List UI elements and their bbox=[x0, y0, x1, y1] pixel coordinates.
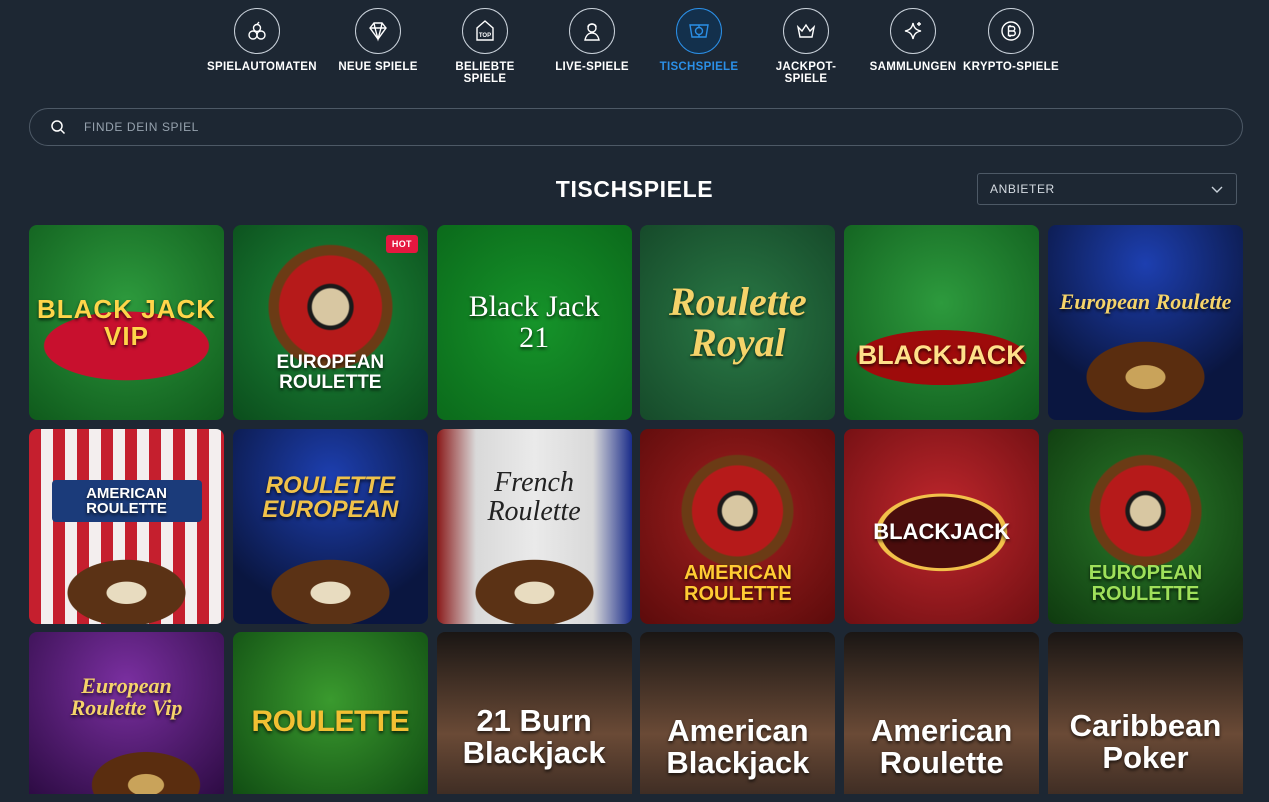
category-beliebte-spiele[interactable]: TOP BELIEBTE SPIELE bbox=[435, 8, 535, 85]
game-tile[interactable]: Black Jack 21 bbox=[436, 225, 632, 420]
category-live-spiele[interactable]: LIVE-SPIELE bbox=[542, 8, 642, 73]
game-tile[interactable]: French Roulette bbox=[436, 428, 632, 624]
category-label: LIVE-SPIELE bbox=[555, 61, 629, 73]
search-icon bbox=[51, 120, 66, 135]
category-sammlungen[interactable]: SAMMLUNGEN bbox=[863, 8, 963, 73]
category-tischspiele[interactable]: TISCHSPIELE bbox=[649, 8, 749, 73]
chevron-down-icon bbox=[1211, 186, 1223, 193]
game-tile[interactable]: European Roulette Vip bbox=[29, 632, 224, 802]
category-label: NEUE SPIELE bbox=[338, 61, 418, 73]
category-jackpot-spiele[interactable]: JACKPOT-SPIELE bbox=[756, 8, 856, 85]
game-title: EUROPEAN ROULETTE bbox=[1088, 562, 1203, 605]
bottom-edge bbox=[0, 794, 1269, 802]
svg-text:TOP: TOP bbox=[479, 33, 491, 39]
game-tile[interactable]: Caribbean Poker bbox=[1047, 632, 1243, 802]
game-tile[interactable]: 21 Burn Blackjack bbox=[436, 632, 632, 802]
category-label: TISCHSPIELE bbox=[659, 61, 739, 73]
game-tile[interactable]: AMERICAN ROULETTE bbox=[640, 428, 836, 624]
top-badge-icon: TOP bbox=[462, 8, 508, 54]
game-title: ROULETTE EUROPEAN bbox=[262, 471, 399, 523]
game-title: EUROPEAN ROULETTE bbox=[276, 352, 385, 393]
diamond-icon bbox=[355, 8, 401, 54]
category-nav: SPIELAUTOMATEN NEUE SPIELE TOP BELIEBTE … bbox=[0, 8, 1269, 94]
game-title: Black Jack 21 bbox=[468, 289, 600, 354]
game-title: AMERICAN ROULETTE bbox=[684, 562, 792, 605]
game-tile[interactable]: ROULETTE bbox=[232, 632, 428, 802]
search-input[interactable] bbox=[84, 120, 1184, 134]
provider-select[interactable]: ANBIETER bbox=[977, 173, 1237, 205]
poker-chip-icon bbox=[676, 8, 722, 54]
category-label: SAMMLUNGEN bbox=[869, 61, 957, 73]
game-title: 21 Burn Blackjack bbox=[462, 703, 606, 770]
game-title: BLACKJACK bbox=[873, 518, 1011, 544]
cherries-icon bbox=[234, 8, 280, 54]
game-title: BLACKJACK bbox=[857, 339, 1026, 370]
crown-icon bbox=[783, 8, 829, 54]
category-neue-spiele[interactable]: NEUE SPIELE bbox=[328, 8, 428, 73]
game-tile[interactable]: BLACKJACK bbox=[844, 225, 1040, 420]
game-tile[interactable]: EUROPEAN ROULETTE HOT bbox=[232, 225, 428, 420]
game-tile[interactable]: European Roulette bbox=[1047, 225, 1243, 420]
category-label: JACKPOT-SPIELE bbox=[775, 61, 837, 85]
game-title: American Blackjack bbox=[666, 713, 810, 780]
category-krypto-spiele[interactable]: KRYPTO-SPIELE bbox=[961, 8, 1061, 73]
game-tile[interactable]: AMERICAN ROULETTE bbox=[29, 428, 224, 624]
game-title: AMERICAN ROULETTE bbox=[51, 479, 202, 523]
provider-select-value: ANBIETER bbox=[990, 182, 1055, 196]
sparkles-icon bbox=[890, 8, 936, 54]
hot-badge: HOT bbox=[385, 235, 418, 253]
game-title: BLACK JACK VIP bbox=[37, 293, 216, 351]
game-title: American Roulette bbox=[871, 713, 1013, 780]
game-tile[interactable]: BLACK JACK VIP bbox=[29, 225, 224, 420]
game-title: French Roulette bbox=[487, 467, 581, 527]
game-title: Roulette Royal bbox=[669, 278, 807, 365]
category-label: BELIEBTE SPIELE bbox=[455, 61, 515, 85]
category-label: SPIELAUTOMATEN bbox=[207, 61, 317, 73]
game-title: European Roulette bbox=[1059, 289, 1232, 315]
game-title: Caribbean Poker bbox=[1069, 708, 1222, 775]
live-dealer-icon bbox=[569, 8, 615, 54]
game-tile[interactable]: Roulette Royal bbox=[640, 225, 836, 420]
game-tile[interactable]: American Blackjack bbox=[640, 632, 836, 802]
game-tile[interactable]: BLACKJACK bbox=[844, 428, 1040, 624]
game-tile[interactable]: ROULETTE EUROPEAN bbox=[232, 428, 428, 624]
game-title: European Roulette Vip bbox=[70, 672, 183, 720]
category-spielautomaten[interactable]: SPIELAUTOMATEN bbox=[207, 8, 317, 73]
game-tile[interactable]: EUROPEAN ROULETTE bbox=[1047, 428, 1243, 624]
game-tile[interactable]: American Roulette bbox=[844, 632, 1040, 802]
category-label: KRYPTO-SPIELE bbox=[963, 61, 1059, 73]
game-title: ROULETTE bbox=[251, 704, 410, 738]
bitcoin-icon bbox=[988, 8, 1034, 54]
game-grid: BLACK JACK VIP EUROPEAN ROULETTE HOT Bla… bbox=[29, 225, 1243, 802]
search-bar[interactable] bbox=[29, 108, 1243, 146]
